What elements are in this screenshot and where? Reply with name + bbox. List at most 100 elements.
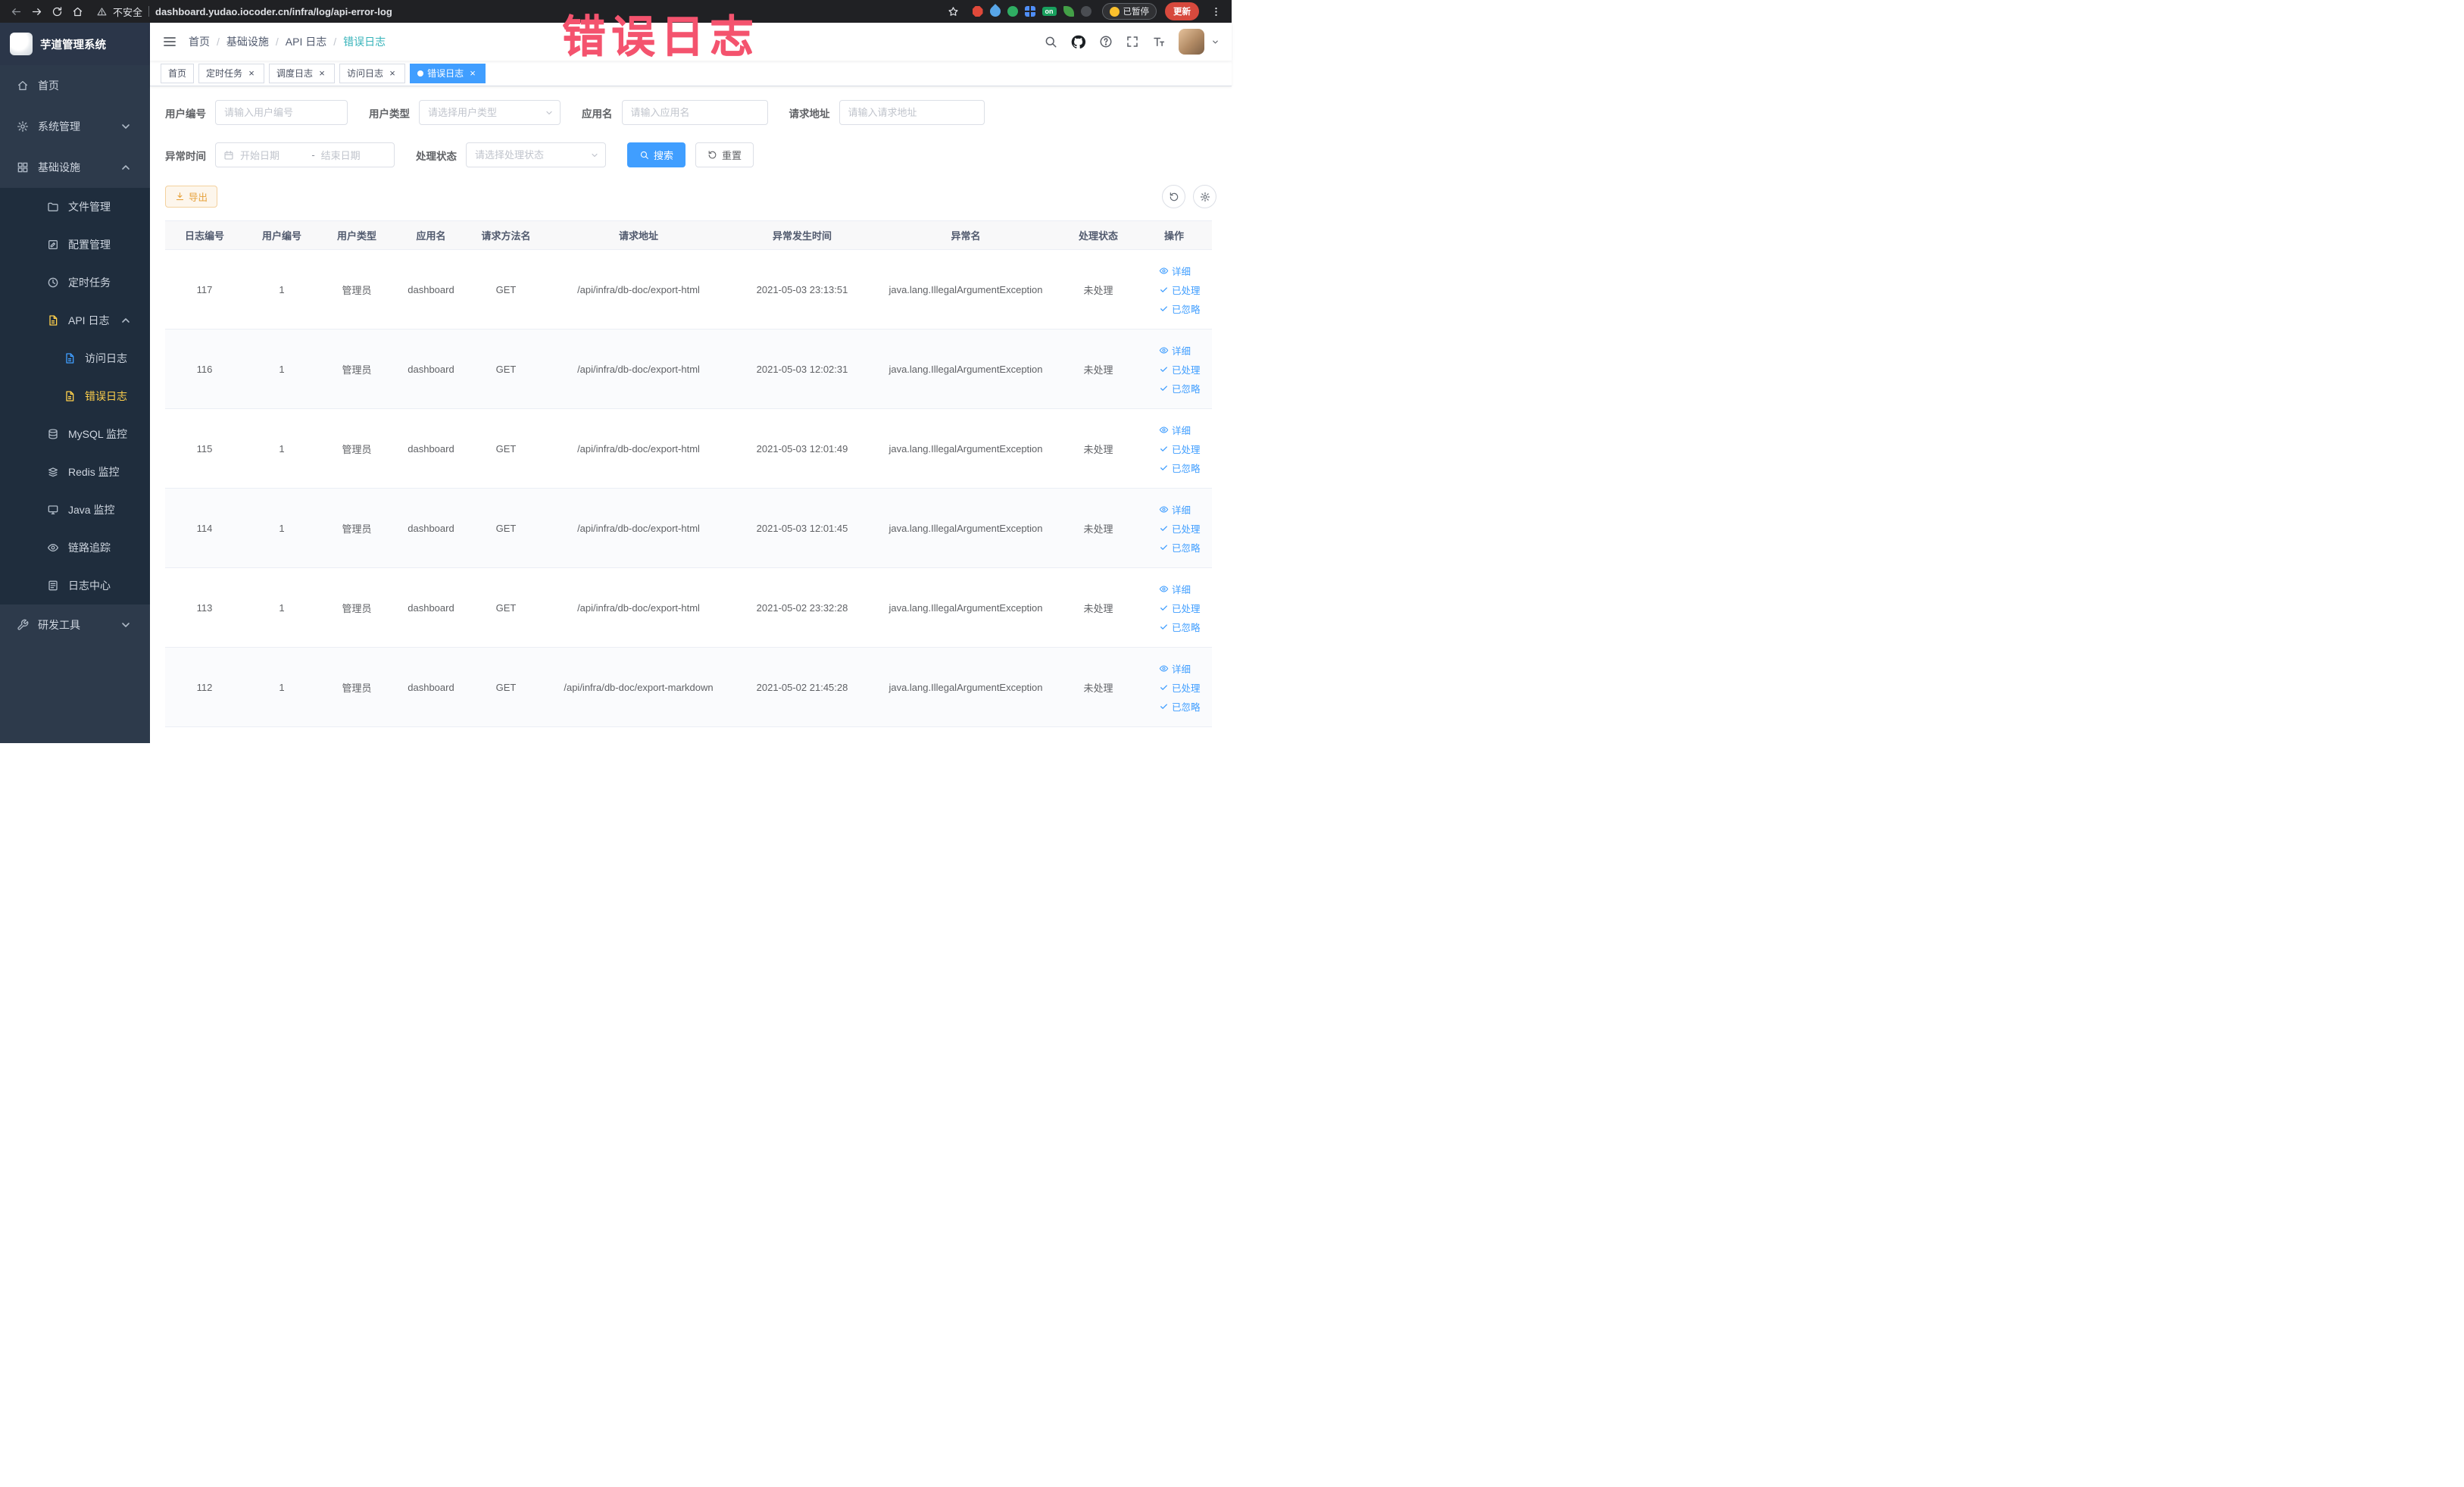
cell-status: 未处理	[1060, 249, 1136, 330]
view-icon	[1159, 345, 1169, 355]
sidebar-item-错误日志[interactable]: 错误日志	[0, 377, 150, 415]
tab-close-icon[interactable]: ×	[246, 68, 257, 79]
blue-grid-extension-icon[interactable]	[1024, 6, 1035, 17]
paw-extension-icon[interactable]	[1080, 6, 1091, 17]
row-action-已处理[interactable]: 已处理	[1159, 598, 1201, 617]
breadcrumb-item-API 日志[interactable]: API 日志	[286, 34, 326, 49]
date-range-separator: -	[311, 149, 315, 161]
sidebar-item-Java 监控[interactable]: Java 监控	[0, 491, 150, 529]
red-octagon-extension-icon[interactable]	[972, 6, 983, 17]
sidebar-item-访问日志[interactable]: 访问日志	[0, 339, 150, 377]
hamburger-icon[interactable]	[162, 34, 177, 49]
row-action-已处理[interactable]: 已处理	[1159, 519, 1201, 538]
sidebar-item-API 日志[interactable]: API 日志	[0, 301, 150, 339]
cell-user-type: 管理员	[320, 329, 394, 409]
breadcrumb-item-基础设施[interactable]: 基础设施	[226, 34, 269, 49]
refresh-table-button[interactable]	[1162, 185, 1185, 208]
bookmark-star-button[interactable]	[945, 3, 962, 20]
tab-访问日志[interactable]: 访问日志 ×	[339, 63, 406, 83]
row-action-已忽略[interactable]: 已忽略	[1159, 697, 1201, 716]
fullscreen-icon[interactable]	[1126, 35, 1139, 48]
app-name-input[interactable]	[621, 100, 768, 125]
row-action-详细[interactable]: 详细	[1159, 659, 1191, 678]
row-action-详细[interactable]: 详细	[1159, 500, 1191, 519]
sidebar-item-研发工具[interactable]: 研发工具	[0, 604, 150, 645]
cell-actions: 详细 已处理 已忽略	[1136, 488, 1212, 568]
sidebar-item-label: Java 监控	[68, 504, 115, 516]
row-action-详细[interactable]: 详细	[1159, 420, 1191, 439]
tab-错误日志[interactable]: 错误日志 ×	[410, 63, 486, 83]
sidebar-item-日志中心[interactable]: 日志中心	[0, 567, 150, 604]
sidebar-item-首页[interactable]: 首页	[0, 65, 150, 106]
kebab-icon	[1210, 6, 1222, 17]
row-action-已忽略[interactable]: 已忽略	[1159, 538, 1201, 557]
row-action-已忽略[interactable]: 已忽略	[1159, 299, 1201, 318]
sidebar-item-系统管理[interactable]: 系统管理	[0, 106, 150, 147]
row-action-已忽略[interactable]: 已忽略	[1159, 617, 1201, 636]
tab-首页[interactable]: 首页	[161, 63, 195, 83]
sidebar-menu: 首页 系统管理 基础设施文件管理配置管理 定时任务 API 日志访问日志错误日志 MySQ…	[0, 65, 150, 743]
top-header: 首页 / 基础设施 / API 日志 / 错误日志	[150, 23, 1232, 61]
sidebar-item-Redis 监控[interactable]: Redis 监控	[0, 453, 150, 491]
sidebar-item-MySQL 监控[interactable]: MySQL 监控	[0, 415, 150, 453]
tab-定时任务[interactable]: 定时任务 ×	[198, 63, 265, 83]
edit-icon	[47, 239, 59, 251]
breadcrumb-item-首页[interactable]: 首页	[189, 34, 210, 49]
green-circle-extension-icon[interactable]	[1007, 6, 1018, 17]
cell-status: 未处理	[1060, 329, 1136, 409]
paused-badge-label: 已暂停	[1123, 8, 1150, 17]
sidebar-item-定时任务[interactable]: 定时任务	[0, 264, 150, 301]
github-icon[interactable]	[1070, 34, 1086, 50]
address-bar[interactable]: 不安全 dashboard.yudao.iocoder.cn/infra/log…	[97, 5, 934, 19]
column-settings-button[interactable]	[1193, 185, 1216, 208]
process-status-select[interactable]	[466, 142, 606, 167]
column-header-异常发生时间: 异常发生时间	[733, 220, 871, 250]
sidebar-item-基础设施[interactable]: 基础设施	[0, 147, 150, 188]
row-action-详细[interactable]: 详细	[1159, 261, 1191, 280]
row-action-已处理[interactable]: 已处理	[1159, 678, 1201, 697]
sidebar-item-label: 文件管理	[68, 201, 111, 213]
browser-menu-button[interactable]	[1207, 3, 1224, 20]
sidebar-item-label: 访问日志	[85, 352, 127, 364]
column-header-应用名: 应用名	[394, 220, 468, 250]
request-url-input[interactable]	[839, 100, 985, 125]
row-action-详细[interactable]: 详细	[1159, 579, 1191, 598]
update-button[interactable]: 更新	[1165, 2, 1199, 20]
back-button[interactable]	[8, 3, 24, 20]
sidebar-item-链路追踪[interactable]: 链路追踪	[0, 529, 150, 567]
row-action-已处理[interactable]: 已处理	[1159, 360, 1201, 379]
main-column: 首页 / 基础设施 / API 日志 / 错误日志 首页 定时任务 × 调度日志 × 访问日志 × 错误日…	[150, 23, 1232, 743]
tab-close-icon[interactable]: ×	[467, 68, 478, 79]
chevron-down-icon[interactable]	[1211, 38, 1220, 46]
search-button[interactable]: 搜索	[627, 142, 686, 167]
reload-button[interactable]	[48, 3, 65, 20]
avatar[interactable]	[1179, 29, 1204, 55]
search-icon[interactable]	[1044, 35, 1057, 48]
tab-close-icon[interactable]: ×	[387, 68, 398, 79]
logo[interactable]: 芋道管理系统	[0, 23, 150, 65]
tab-close-icon[interactable]: ×	[317, 68, 327, 79]
home-button[interactable]	[69, 3, 86, 20]
date-range-picker[interactable]: 开始日期 - 结束日期	[215, 142, 395, 167]
tab-调度日志[interactable]: 调度日志 ×	[269, 63, 336, 83]
row-action-已忽略[interactable]: 已忽略	[1159, 458, 1201, 477]
reset-button[interactable]: 重置	[695, 142, 754, 167]
on-badge-extension-icon[interactable]: on	[1042, 6, 1057, 17]
user-id-input[interactable]	[215, 100, 348, 125]
forward-button[interactable]	[28, 3, 45, 20]
export-button[interactable]: 导出	[165, 186, 218, 208]
sidebar-item-配置管理[interactable]: 配置管理	[0, 226, 150, 264]
help-icon[interactable]	[1099, 35, 1113, 48]
sidebar-item-文件管理[interactable]: 文件管理	[0, 188, 150, 226]
cell-actions: 详细 已处理 已忽略	[1136, 567, 1212, 648]
row-action-已忽略[interactable]: 已忽略	[1159, 379, 1201, 398]
row-action-已处理[interactable]: 已处理	[1159, 280, 1201, 299]
paused-badge[interactable]: 已暂停	[1101, 3, 1157, 20]
user-type-select[interactable]	[419, 100, 561, 125]
blue-drop-extension-icon[interactable]	[987, 4, 1003, 19]
row-action-详细[interactable]: 详细	[1159, 341, 1191, 360]
font-size-icon[interactable]	[1152, 35, 1166, 48]
sidebar-item-label: Redis 监控	[68, 466, 120, 478]
leaf-extension-icon[interactable]	[1063, 6, 1074, 17]
row-action-已处理[interactable]: 已处理	[1159, 439, 1201, 458]
